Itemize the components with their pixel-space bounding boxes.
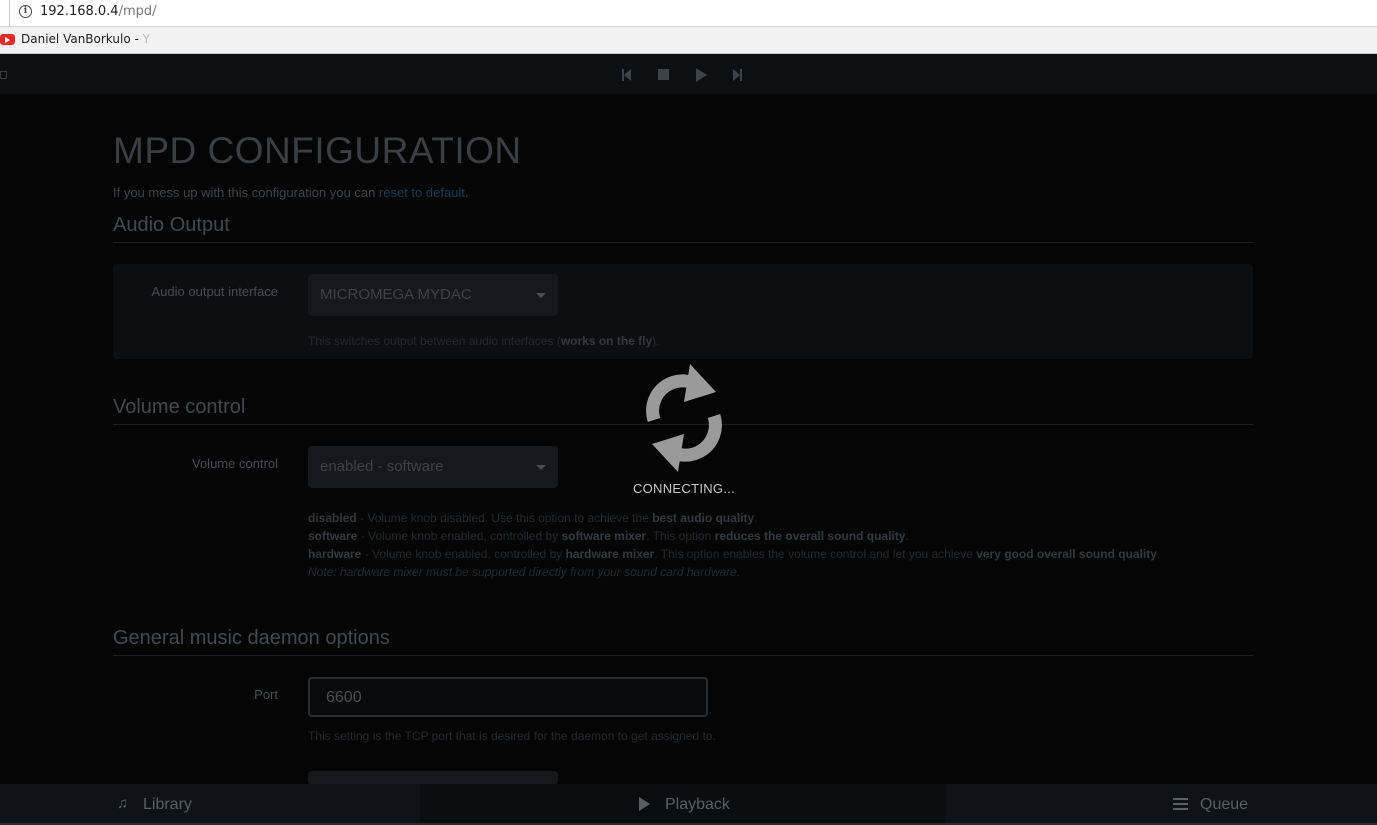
help-text: - Volume knob disabled. Use this option … [356, 511, 653, 525]
audio-output-value: MICROMEGA MYDAC [320, 286, 472, 303]
play-icon[interactable] [694, 68, 710, 82]
help-key-software: software [308, 529, 358, 543]
audio-help-bold: works on the fly [560, 334, 653, 348]
help-bold: best audio quality [652, 511, 755, 525]
help-end: . [905, 529, 909, 543]
chevron-down-icon [536, 293, 546, 298]
port-help: This setting is the TCP port that is des… [308, 729, 716, 743]
volume-help-note: Note: hardware mixer must be supported d… [308, 565, 741, 579]
help-text: - Volume knob enabled, controlled by [357, 529, 562, 543]
next-icon[interactable] [731, 68, 747, 82]
player-topbar [0, 54, 1377, 94]
browser-edge [0, 0, 10, 26]
bookmark-item[interactable]: Daniel VanBorkulo - Y [21, 32, 150, 46]
help-end: . [754, 511, 758, 525]
volume-control-value: enabled - software [320, 458, 444, 475]
audio-help-prefix: This switches output between audio inter… [308, 334, 561, 348]
bookmark-label: Daniel VanBorkulo - [21, 32, 143, 46]
help-bold: software mixer [561, 529, 647, 543]
help-key-hardware: hardware [308, 547, 362, 561]
bookmarks-bar: Daniel VanBorkulo - Y [0, 27, 1377, 54]
bookmark-fade: Y [142, 32, 150, 46]
volume-help-hardware: hardware - Volume knob enabled, controll… [308, 545, 1160, 563]
help-end: . [1156, 547, 1161, 561]
audio-output-select[interactable]: MICROMEGA MYDAC [308, 274, 558, 316]
help-text: . This option enables the volume control… [654, 547, 977, 561]
tab-library[interactable]: ♫ Library [0, 784, 420, 825]
play-icon [639, 797, 650, 811]
port-label: Port [254, 687, 278, 702]
tab-playback[interactable]: Playback [420, 784, 946, 825]
help-bold: very good overall sound quality [976, 547, 1157, 561]
info-icon[interactable]: i [19, 5, 32, 18]
volume-help-disabled: disabled - Volume knob disabled. Use thi… [308, 509, 1160, 527]
port-value: 6600 [326, 689, 362, 706]
refresh-icon [646, 364, 722, 472]
list-icon [1173, 798, 1188, 811]
music-note-icon: ♫ [117, 795, 129, 812]
volume-help-software: software - Volume knob enabled, controll… [308, 527, 1160, 545]
audio-output-help: This switches output between audio inter… [308, 332, 660, 350]
tab-library-label: Library [143, 796, 192, 813]
url-host: 192.168.0.4 [40, 4, 119, 19]
connecting-status: CONNECTING... [632, 481, 736, 496]
url-path: /mpd/ [118, 4, 157, 19]
volume-control-label: Volume control [192, 456, 278, 471]
help-text: - Volume knob enabled, controlled by [361, 547, 566, 561]
page-title: MPD CONFIGURATION [113, 130, 522, 171]
port-input[interactable]: 6600 [308, 677, 708, 717]
help-bold: reduces the overall sound quality [714, 529, 906, 543]
section-title-general: General music daemon options [113, 627, 1253, 656]
chevron-down-icon [536, 465, 546, 470]
url-text[interactable]: 192.168.0.4/mpd/ [40, 4, 157, 19]
next-field-select[interactable] [308, 771, 558, 785]
volume-help: disabled - Volume knob disabled. Use thi… [308, 509, 1160, 581]
audio-help-suffix: ). [652, 334, 660, 348]
intro-end: . [464, 185, 469, 200]
section-title-audio-output: Audio Output [113, 214, 1253, 243]
volume-control-select[interactable]: enabled - software [308, 446, 558, 488]
stop-icon[interactable] [656, 68, 672, 82]
help-key-disabled: disabled [308, 511, 357, 525]
help-text: . This option [646, 529, 715, 543]
bottom-navigation: ♫ Library Playback Queue [0, 784, 1377, 825]
tab-queue-label: Queue [1200, 796, 1249, 813]
audio-output-label: Audio output interface [151, 284, 278, 299]
tab-playback-label: Playback [665, 796, 730, 813]
tab-queue[interactable]: Queue [946, 784, 1377, 825]
help-bold: hardware mixer [565, 547, 655, 561]
reset-default-link[interactable]: reset to default [379, 185, 465, 200]
previous-icon[interactable] [620, 68, 636, 82]
audio-output-panel [113, 264, 1253, 359]
youtube-icon[interactable] [0, 34, 15, 45]
menu-icon[interactable] [0, 71, 7, 79]
intro-text: If you mess up with this configuration y… [113, 185, 469, 200]
browser-address-bar[interactable]: i 192.168.0.4/mpd/ [0, 0, 1377, 27]
intro-prefix: If you mess up with this configuration y… [113, 185, 379, 200]
